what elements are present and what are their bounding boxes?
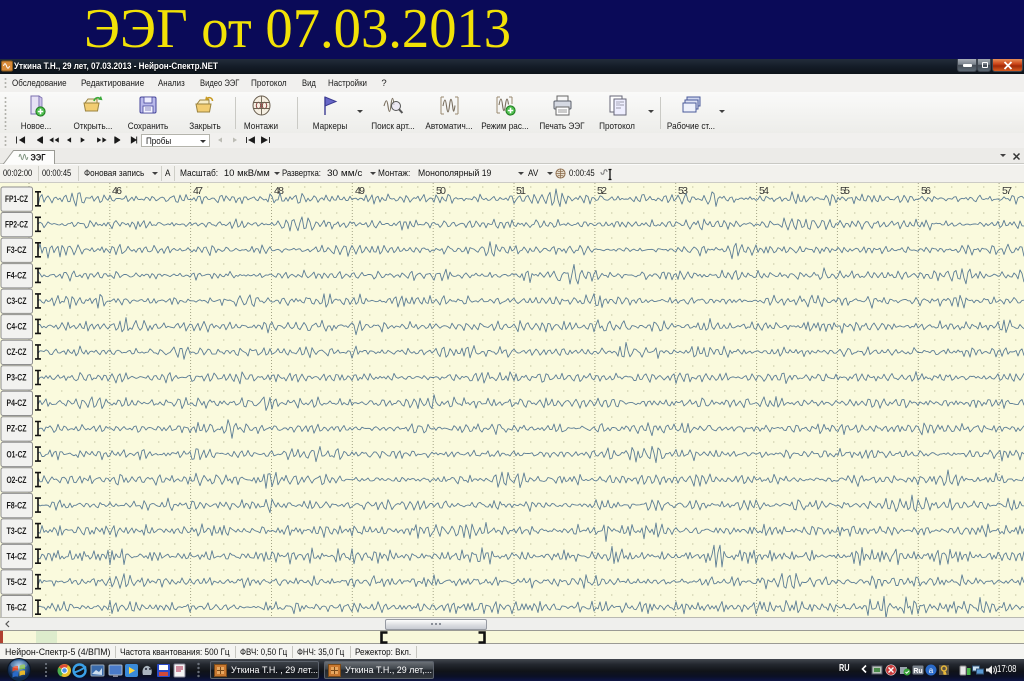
svg-text:F8-CZ: F8-CZ xyxy=(7,500,27,510)
svg-text:54: 54 xyxy=(759,185,769,197)
svg-text:F3-CZ: F3-CZ xyxy=(7,245,27,255)
svg-text:FP1-CZ: FP1-CZ xyxy=(5,194,28,204)
svg-text:P3-CZ: P3-CZ xyxy=(7,373,27,383)
svg-text:T5-CZ: T5-CZ xyxy=(7,577,27,587)
svg-text:ЭЭГ: ЭЭГ xyxy=(31,153,46,164)
svg-text:a: a xyxy=(929,666,934,675)
svg-text:CZ-CZ: CZ-CZ xyxy=(7,347,27,357)
svg-text:T6-CZ: T6-CZ xyxy=(7,602,27,612)
svg-text:57: 57 xyxy=(1002,185,1012,197)
svg-text:46: 46 xyxy=(112,185,122,197)
svg-text:T3-CZ: T3-CZ xyxy=(7,526,27,536)
svg-text:47: 47 xyxy=(193,185,203,197)
svg-text:51: 51 xyxy=(516,185,526,197)
svg-text:PZ-CZ: PZ-CZ xyxy=(7,424,27,434)
svg-text:FP2-CZ: FP2-CZ xyxy=(5,220,28,230)
svg-text:O1-CZ: O1-CZ xyxy=(7,449,27,459)
svg-text:56: 56 xyxy=(921,185,931,197)
svg-text:F4-CZ: F4-CZ xyxy=(7,271,27,281)
svg-text:55: 55 xyxy=(840,185,850,197)
svg-text:50: 50 xyxy=(436,185,446,197)
svg-text:P4-CZ: P4-CZ xyxy=(7,398,27,408)
svg-text:Ru: Ru xyxy=(913,668,922,675)
svg-text:O2-CZ: O2-CZ xyxy=(7,475,27,485)
svg-text:52: 52 xyxy=(597,185,607,197)
svg-text:49: 49 xyxy=(355,185,365,197)
svg-text:C3-CZ: C3-CZ xyxy=(7,296,27,306)
svg-text:T4-CZ: T4-CZ xyxy=(7,551,27,561)
svg-text:C4-CZ: C4-CZ xyxy=(7,322,27,332)
